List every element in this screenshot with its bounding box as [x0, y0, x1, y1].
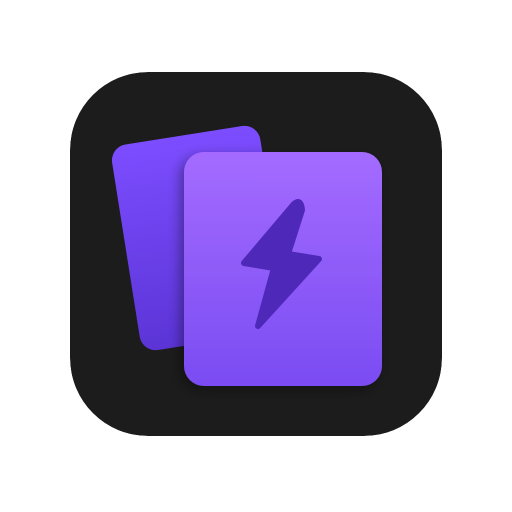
flash-cards-icon [70, 72, 442, 436]
flash-cards-app-icon[interactable] [70, 72, 442, 436]
canvas [0, 0, 512, 512]
